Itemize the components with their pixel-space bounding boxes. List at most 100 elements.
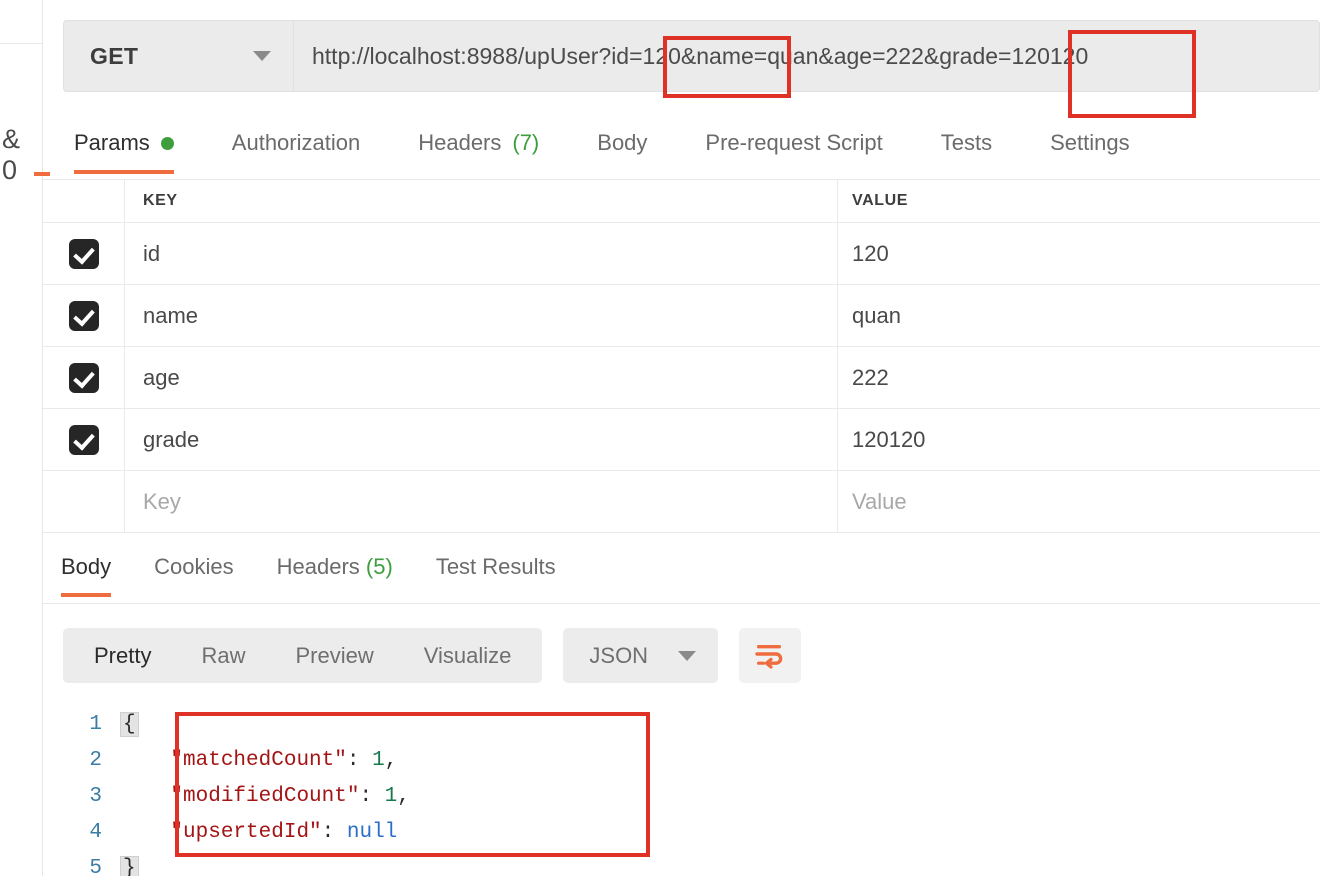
http-method-dropdown[interactable]: GET (63, 20, 293, 92)
tab-label: Body (61, 554, 112, 579)
tab-count-badge: (5) (365, 554, 393, 579)
response-tab-test-results[interactable]: Test Results (436, 546, 556, 597)
json-comma-token: , (397, 784, 410, 808)
tab-label: Pre-request Script (705, 130, 883, 155)
code-line-content: } (120, 855, 139, 876)
line-number: 2 (89, 748, 102, 772)
code-line: 5} (43, 850, 1320, 876)
chevron-down-icon (253, 51, 271, 61)
key-text: grade (143, 426, 200, 452)
view-mode-pretty[interactable]: Pretty (69, 628, 176, 683)
rail-text-fragment-bottom: 0 (2, 155, 18, 185)
request-tab-body[interactable]: Body (597, 122, 647, 174)
key-text: age (143, 364, 180, 390)
checkbox-checked-icon[interactable] (68, 424, 99, 455)
value-text: 222 (852, 364, 889, 390)
response-body-code[interactable]: 1{2 "matchedCount": 1, 3 "modifiedCount":… (43, 706, 1320, 876)
chevron-down-icon (678, 650, 697, 661)
key-input[interactable]: id (125, 223, 838, 284)
table-row-empty[interactable]: Key Value (43, 471, 1320, 533)
column-header-key: KEY (143, 192, 178, 209)
view-mode-visualize[interactable]: Visualize (399, 628, 537, 683)
url-text: http://localhost:8988/upUser?id=120&name… (312, 42, 1089, 69)
row-checkbox-cell[interactable] (43, 223, 125, 284)
response-tab-body[interactable]: Body (61, 546, 112, 597)
tab-label: Test Results (435, 554, 556, 579)
modified-dot-icon (160, 136, 174, 150)
value-input[interactable]: 120120 (838, 409, 1320, 470)
value-input[interactable]: 120 (838, 223, 1320, 284)
url-input[interactable]: http://localhost:8988/upUser?id=120&name… (293, 20, 1320, 92)
table-row[interactable]: grade 120120 (43, 409, 1320, 471)
code-line-content: "upsertedId": null (120, 821, 397, 844)
request-url-row: GET http://localhost:8988/upUser?id=120&… (63, 20, 1320, 92)
request-tab-params[interactable]: Params (74, 122, 174, 174)
key-placeholder: Key (143, 488, 181, 514)
header-cell-checkbox (43, 180, 125, 222)
row-checkbox-cell[interactable] (43, 347, 125, 408)
tab-label: Tests (940, 130, 993, 155)
value-text: 120120 (852, 426, 926, 452)
row-checkbox-cell-empty (43, 471, 125, 532)
json-key-token: "matchedCount" (170, 748, 347, 772)
value-input[interactable]: 222 (838, 347, 1320, 408)
table-row[interactable]: name quan (43, 285, 1320, 347)
word-wrap-button[interactable] (739, 628, 802, 683)
tab-count-badge: (7) (512, 130, 540, 155)
value-input-empty[interactable]: Value (838, 471, 1320, 532)
response-body-toolbar: Pretty Raw Preview Visualize JSON (63, 628, 802, 683)
row-checkbox-cell[interactable] (43, 409, 125, 470)
column-header-value: VALUE (852, 192, 909, 209)
json-brace-token: } (120, 855, 139, 876)
checkbox-checked-icon[interactable] (68, 300, 99, 331)
key-input-empty[interactable]: Key (125, 471, 838, 532)
request-tab-pre-request-script[interactable]: Pre-request Script (705, 122, 882, 174)
value-placeholder: Value (852, 488, 907, 514)
checkbox-checked-icon[interactable] (68, 362, 99, 393)
code-line-content: "modifiedCount": 1, (120, 784, 410, 808)
key-input[interactable]: name (125, 285, 838, 346)
key-input[interactable]: age (125, 347, 838, 408)
json-value-token: 1 (372, 748, 385, 772)
tab-label: Authorization (231, 130, 361, 155)
left-rail-clipped: & 0 (0, 0, 43, 876)
request-tab-tests[interactable]: Tests (941, 122, 992, 174)
json-value-token: null (346, 820, 398, 844)
line-number: 4 (89, 820, 102, 844)
json-brace-token: { (120, 711, 139, 737)
postman-request-response-view: & 0 GET http://localhost:8988/upUser?id=… (0, 0, 1320, 876)
tab-label: Cookies (154, 554, 234, 579)
http-method-label: GET (90, 42, 139, 69)
response-tab-cookies[interactable]: Cookies (154, 546, 233, 597)
table-row[interactable]: age 222 (43, 347, 1320, 409)
rail-divider (0, 43, 42, 44)
table-header-row: KEY VALUE (43, 180, 1320, 223)
response-format-label: JSON (589, 642, 649, 668)
line-number: 1 (89, 712, 102, 736)
table-row[interactable]: id 120 (43, 223, 1320, 285)
request-tab-bar: Params Authorization Headers (7) Body Pre-req… (43, 122, 1320, 180)
request-tab-authorization[interactable]: Authorization (232, 122, 360, 174)
response-format-dropdown[interactable]: JSON (563, 628, 719, 683)
code-line: 3 "modifiedCount": 1, (43, 778, 1320, 814)
line-number: 5 (89, 856, 102, 876)
value-text: quan (852, 302, 901, 328)
checkbox-checked-icon[interactable] (68, 238, 99, 269)
rail-text-fragment-top: & (2, 124, 21, 154)
header-cell-value: VALUE (838, 180, 1320, 222)
view-mode-preview[interactable]: Preview (270, 628, 398, 683)
response-tab-headers[interactable]: Headers (5) (277, 546, 393, 597)
json-comma-token: , (384, 748, 398, 772)
tab-label: Headers (418, 130, 502, 155)
tab-label: Params (74, 130, 150, 155)
json-separator-token: : (321, 820, 347, 844)
params-table: KEY VALUE id 120 name quan age 222 grade 120120… (43, 180, 1320, 533)
request-tab-settings[interactable]: Settings (1050, 122, 1130, 174)
key-input[interactable]: grade (125, 409, 838, 470)
view-mode-raw[interactable]: Raw (176, 628, 270, 683)
request-tab-headers[interactable]: Headers (7) (418, 122, 539, 174)
row-checkbox-cell[interactable] (43, 285, 125, 346)
view-mode-group: Pretty Raw Preview Visualize (63, 628, 543, 683)
code-line-content: "matchedCount": 1, (120, 749, 397, 772)
value-input[interactable]: quan (838, 285, 1320, 346)
